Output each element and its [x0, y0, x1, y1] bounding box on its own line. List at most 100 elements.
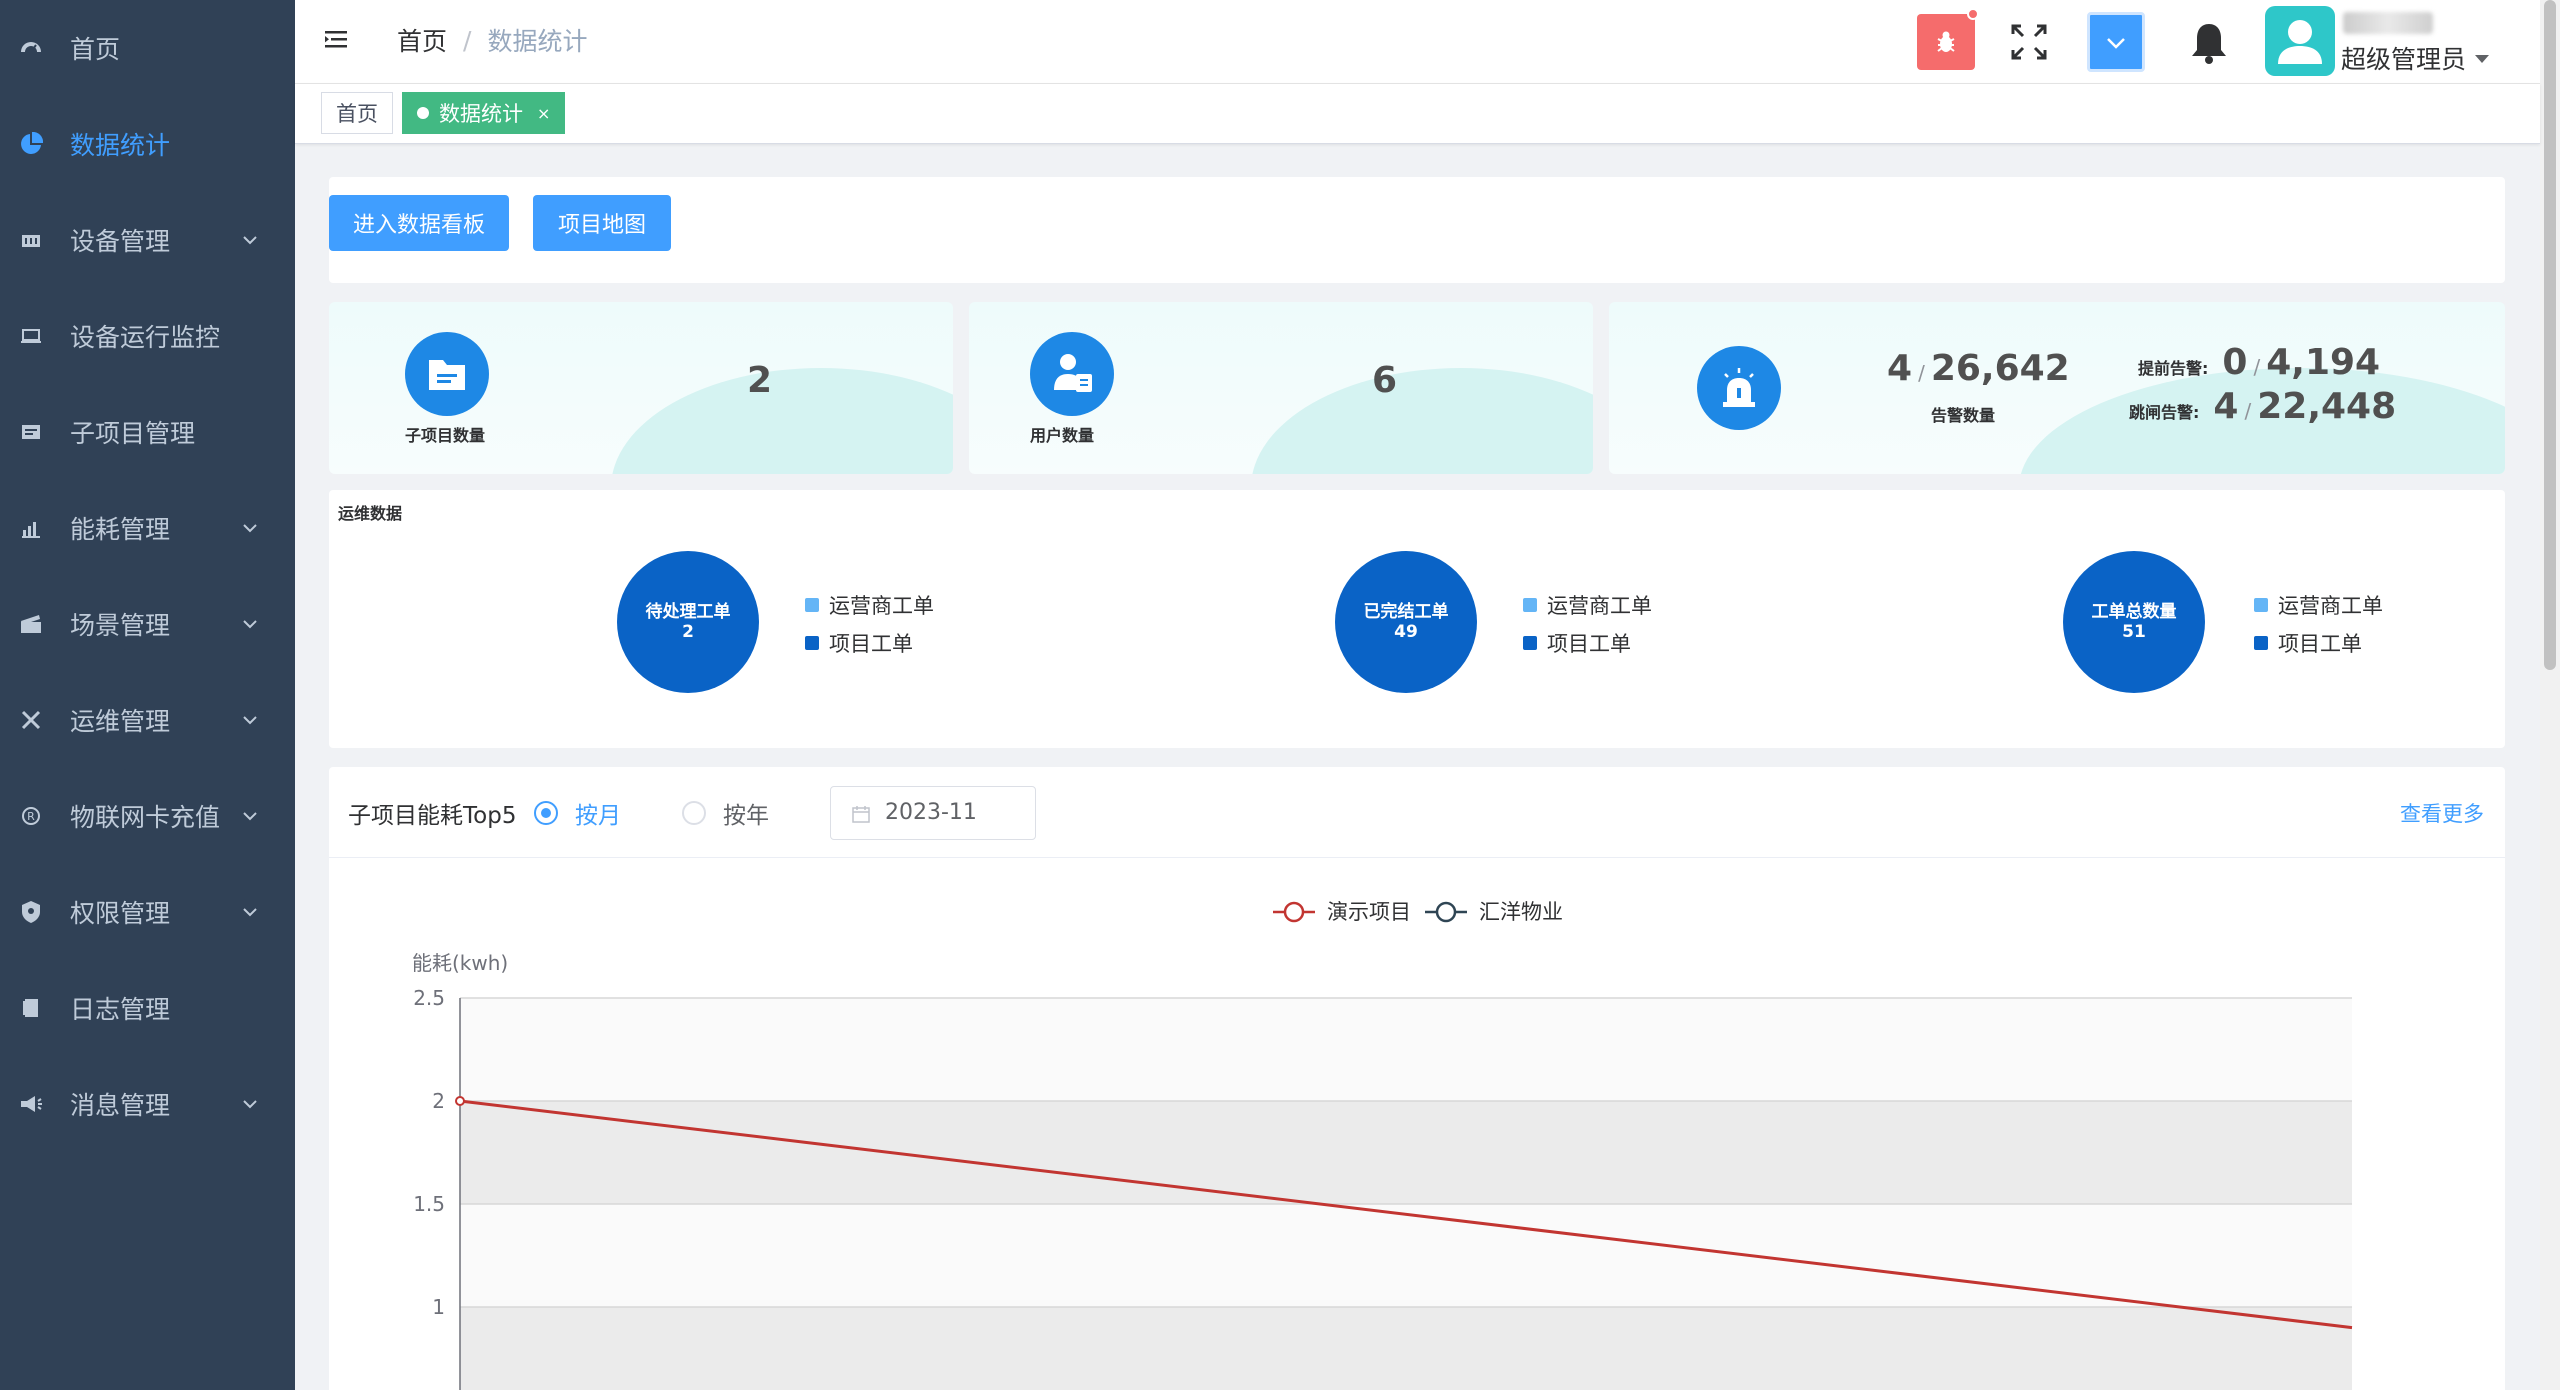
tag-label: 数据统计: [439, 102, 523, 126]
legend-item[interactable]: 运营商工单: [805, 590, 934, 620]
ops-circle-completed[interactable]: 已完结工单 49: [1335, 551, 1477, 693]
sidebar-item-permissions[interactable]: 权限管理: [0, 864, 295, 960]
chevron-down-icon: [243, 620, 257, 629]
legend-label: 项目工单: [1547, 632, 1631, 656]
chart-legend-item[interactable]: 演示项目: [1273, 900, 1411, 924]
scrollbar-thumb[interactable]: [2544, 0, 2556, 670]
sidebar-item-label: 场景管理: [70, 611, 171, 640]
legend-item[interactable]: 运营商工单: [1523, 590, 1652, 620]
legend-label: 运营商工单: [829, 594, 934, 618]
data-point[interactable]: [455, 1096, 465, 1106]
trip-alarm-row: 跳闸告警: 4 / 22,448: [2129, 386, 2396, 427]
project-map-button[interactable]: 项目地图: [533, 195, 671, 251]
early-alarm-total: 4,194: [2266, 342, 2381, 383]
legend-item[interactable]: 项目工单: [1523, 628, 1631, 658]
legend-swatch: [805, 636, 819, 650]
radio-by-month-label[interactable]: 按月: [575, 796, 621, 830]
calendar-icon: [852, 806, 870, 823]
caret-down-icon[interactable]: [2475, 55, 2489, 63]
legend-marker: [1435, 901, 1457, 923]
chart-legend-item[interactable]: 汇洋物业: [1425, 900, 1563, 924]
chevron-down-icon: [243, 1100, 257, 1109]
fullscreen-icon[interactable]: [2009, 22, 2049, 62]
trip-alarm-label: 跳闸告警:: [2129, 403, 2200, 422]
legend-label: 演示项目: [1327, 900, 1411, 924]
tag-data-stats[interactable]: 数据统计 ×: [402, 92, 566, 134]
legend-swatch: [2254, 598, 2268, 612]
sidebar-item-label: 数据统计: [70, 131, 171, 160]
chart-band: [460, 1101, 2352, 1204]
y-tick-label: 2.5: [413, 986, 445, 1010]
sidebar-item-label: 日志管理: [70, 995, 171, 1024]
stat-card-subproject: 子项目数量 2: [329, 302, 953, 474]
chevron-down-icon: [243, 812, 257, 821]
ops-circle-pending[interactable]: 待处理工单 2: [617, 551, 759, 693]
tags-view: 首页 数据统计 ×: [295, 84, 2540, 144]
legend-label: 运营商工单: [1547, 594, 1652, 618]
legend-label: 项目工单: [2278, 632, 2362, 656]
sidebar-item-device-management[interactable]: 设备管理: [0, 192, 295, 288]
chart-band: [460, 1204, 2352, 1307]
bug-icon: [1937, 31, 1955, 52]
sidebar-item-label: 运维管理: [70, 707, 171, 736]
radio-by-year[interactable]: [682, 801, 706, 825]
ops-circle-total[interactable]: 工单总数量 51: [2063, 551, 2205, 693]
sidebar-item-data-stats[interactable]: 数据统计: [0, 96, 295, 192]
legend-swatch: [1523, 636, 1537, 650]
legend-swatch: [1523, 598, 1537, 612]
sidebar-item-home[interactable]: 首页: [0, 0, 295, 96]
vertical-scrollbar[interactable]: [2540, 0, 2560, 1390]
sidebar-item-iot-recharge[interactable]: R 物联网卡充值: [0, 768, 295, 864]
view-more-link[interactable]: 查看更多: [2400, 798, 2484, 828]
sidebar-item-subproject[interactable]: 子项目管理: [0, 384, 295, 480]
monitor-icon: [18, 323, 44, 349]
legend-swatch: [2254, 636, 2268, 650]
sidebar-item-scene[interactable]: 场景管理: [0, 576, 295, 672]
energy-line-chart: 2.5 2 1.5 1 能耗(kwh) 演示项目 汇洋物业: [412, 900, 2353, 1390]
early-alarm-row: 提前告警: 0 / 4,194: [2138, 342, 2380, 383]
registered-icon: R: [18, 803, 44, 829]
close-icon[interactable]: ×: [537, 104, 550, 123]
ops-circle-value: 2: [682, 622, 694, 642]
breadcrumb: 首页 / 数据统计: [397, 22, 587, 58]
sidebar-item-label: 物联网卡充值: [70, 803, 221, 832]
y-tick-label: 1.5: [413, 1192, 445, 1216]
tag-home[interactable]: 首页: [321, 92, 393, 134]
month-picker[interactable]: 2023-11: [830, 786, 1036, 840]
sidebar-item-messages[interactable]: 消息管理: [0, 1056, 295, 1152]
early-alarm-slash: /: [2253, 355, 2261, 379]
sidebar: 首页 数据统计 设备管理 设备运行监控 子项目管理 能耗管理 场景管理 运维管理…: [0, 0, 295, 1390]
trip-alarm-current: 4: [2213, 386, 2239, 427]
legend-label: 运营商工单: [2278, 594, 2383, 618]
tag-active-dot: [417, 107, 429, 119]
legend-label: 汇洋物业: [1479, 900, 1563, 924]
hamburger-icon[interactable]: [323, 26, 353, 56]
dropdown-toggle-button[interactable]: [2087, 12, 2145, 72]
pie-chart-icon: [18, 131, 44, 157]
sidebar-item-device-monitoring[interactable]: 设备运行监控: [0, 288, 295, 384]
tools-icon: [18, 707, 44, 733]
alarm-total: 26,642: [1930, 348, 2070, 389]
device-icon: [18, 227, 44, 253]
sidebar-item-energy[interactable]: 能耗管理: [0, 480, 295, 576]
sidebar-item-operations[interactable]: 运维管理: [0, 672, 295, 768]
radio-by-month[interactable]: [534, 801, 558, 825]
avatar[interactable]: [2265, 6, 2335, 76]
notification-dot: [1967, 8, 1979, 20]
breadcrumb-home[interactable]: 首页: [397, 22, 447, 58]
bell-icon[interactable]: [2187, 20, 2231, 66]
y-axis-label: 能耗(kwh): [412, 951, 508, 975]
sidebar-item-logs[interactable]: 日志管理: [0, 960, 295, 1056]
chevron-down-icon: [243, 236, 257, 245]
legend-item[interactable]: 项目工单: [805, 628, 913, 658]
enter-dashboard-button[interactable]: 进入数据看板: [329, 195, 509, 251]
tag-label: 首页: [336, 102, 378, 126]
user-role[interactable]: 超级管理员: [2341, 40, 2466, 76]
radio-by-year-label[interactable]: 按年: [723, 796, 769, 830]
bug-report-button[interactable]: [1917, 8, 1979, 70]
stat-label: 子项目数量: [405, 426, 486, 445]
action-panel: 进入数据看板 项目地图: [329, 177, 2505, 283]
legend-item[interactable]: 项目工单: [2254, 628, 2362, 658]
sidebar-item-label: 子项目管理: [70, 419, 196, 448]
legend-item[interactable]: 运营商工单: [2254, 590, 2383, 620]
